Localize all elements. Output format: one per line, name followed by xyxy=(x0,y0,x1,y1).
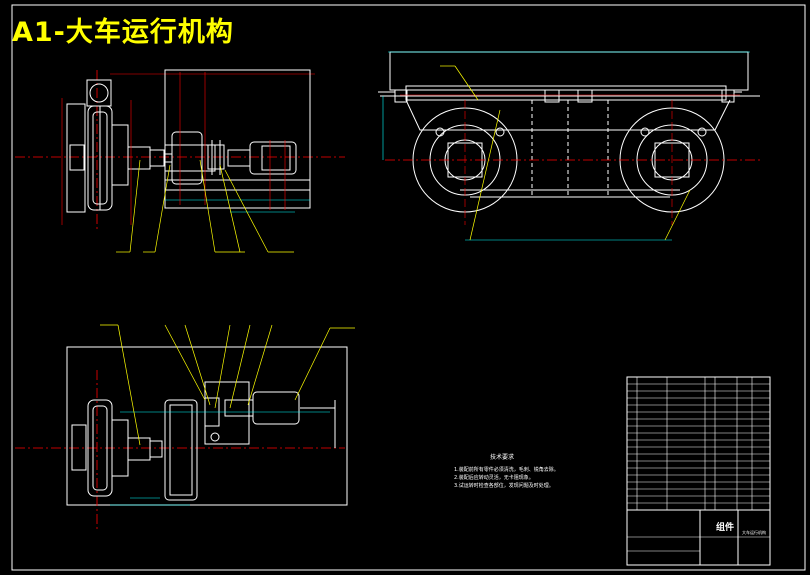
note-line: 3.试运转时检查各部位，发现问题及时处理。 xyxy=(454,483,554,489)
elevation-view xyxy=(378,51,760,241)
plan-view-bottom xyxy=(15,324,355,530)
note-line: 2.装配后应转动灵活，无卡阻现象。 xyxy=(454,475,534,481)
note-line: 1.装配前所有零件必须清洗，毛刺、锐角去除。 xyxy=(454,467,559,473)
plan-view-top xyxy=(15,69,345,253)
title-block-drawing-name: 大车运行机构 xyxy=(742,530,766,535)
drawing-canvas xyxy=(11,4,806,571)
parts-list xyxy=(627,383,770,504)
notes-title: 技术要求 xyxy=(490,454,515,461)
title-block-part-name: 组件 xyxy=(716,523,735,533)
drawing-title: A1-大车运行机构 xyxy=(12,17,234,48)
